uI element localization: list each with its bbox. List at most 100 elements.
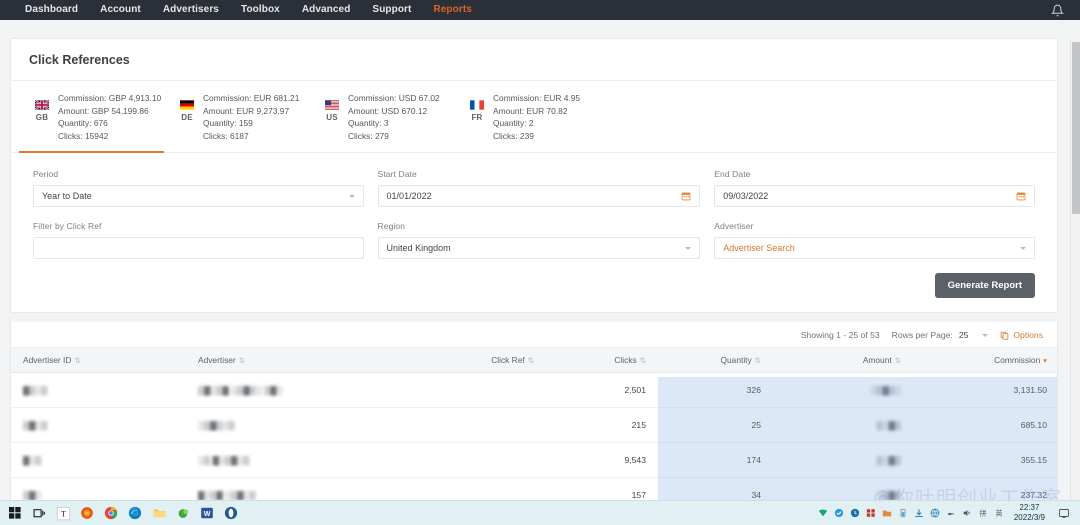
rows-per-page[interactable]: Rows per Page: 25: [892, 330, 989, 340]
firefox-icon[interactable]: [76, 502, 98, 525]
stat-card-us[interactable]: US Commission: USD 67.02 Amount: USD 670…: [309, 81, 454, 153]
cell-commission: 237.32: [913, 477, 1057, 500]
cell-advertiser: ▓░▒▓ ░▒▓░▒: [186, 477, 451, 500]
redacted-value: ▓░▒: [23, 455, 42, 465]
volume-icon[interactable]: [962, 508, 973, 519]
col-label: Clicks: [614, 355, 637, 365]
stat-amount: Amount: EUR 9,273.97: [203, 105, 290, 116]
region-select[interactable]: United Kingdom: [377, 237, 701, 259]
calendar-icon[interactable]: [681, 191, 691, 201]
nav-item-advanced[interactable]: Advanced: [291, 0, 362, 20]
stat-card-gb[interactable]: GB Commission: GBP 4,913.10 Amount: GBP …: [19, 81, 164, 153]
cell-amount: ░▒▓▒░: [773, 372, 913, 408]
calendar-icon[interactable]: [1016, 191, 1026, 201]
sort-icon: ⇅: [74, 356, 81, 365]
ime-icon[interactable]: 拼: [978, 508, 989, 519]
nav-item-dashboard[interactable]: Dashboard: [14, 0, 89, 20]
options-button[interactable]: Options: [1000, 330, 1043, 340]
table-header: Advertiser ID ⇅ Advertiser ⇅ Click Ref ⇅ Cl…: [11, 347, 1057, 373]
chevron-down-icon: [1020, 246, 1026, 250]
shield-icon[interactable]: [834, 508, 845, 519]
bell-icon[interactable]: [1051, 4, 1064, 17]
stat-values-gb: Commission: GBP 4,913.10 Amount: GBP 54,…: [58, 93, 161, 141]
advertiser-select[interactable]: Advertiser Search: [714, 237, 1035, 259]
chevron-down-icon: [982, 333, 989, 337]
taskbar-clock[interactable]: 22:37 2022/3/9: [1010, 503, 1049, 523]
battery-icon[interactable]: [898, 508, 909, 519]
cell-clicks: 9,543: [546, 442, 658, 478]
country-stats-tabs: GB Commission: GBP 4,913.10 Amount: GBP …: [11, 81, 1057, 153]
show-desktop-icon[interactable]: [1058, 507, 1070, 520]
cell-amount: ▒░▓▒: [773, 407, 913, 443]
column-header-clicks[interactable]: Clicks ⇅: [546, 347, 658, 373]
windows-taskbar: T W 拼 英 22:37 2022/3/9: [0, 500, 1080, 525]
table-row[interactable]: ▓░▒ ░▒ ▓░▒▓░▒ 9,543 174 ▒░▓▒ 355.15: [11, 442, 1057, 478]
word-icon[interactable]: W: [196, 502, 218, 525]
stat-commission: Commission: EUR 4.95: [493, 93, 581, 103]
page-scrollbar-thumb[interactable]: [1072, 42, 1080, 214]
sort-icon: ⇅: [754, 356, 761, 365]
text-editor-icon[interactable]: T: [52, 502, 74, 525]
table-row[interactable]: ▒▓░▒ ░▒▓▒░▒ 215 25 ▒░▓▒ 685.10: [11, 407, 1057, 443]
nav-item-toolbox[interactable]: Toolbox: [230, 0, 291, 20]
lang-icon[interactable]: 英: [994, 508, 1005, 519]
stat-card-de[interactable]: DE Commission: EUR 681.21 Amount: EUR 9,…: [164, 81, 309, 153]
start-date-input[interactable]: 01/01/2022: [377, 185, 701, 207]
app-green-icon[interactable]: [172, 502, 194, 525]
svg-text:英: 英: [996, 509, 1003, 518]
stat-flag-us: US: [325, 93, 339, 122]
click-ref-field[interactable]: [33, 237, 364, 259]
column-header-amount[interactable]: Amount ⇅: [773, 347, 913, 373]
net-icon[interactable]: [866, 508, 877, 519]
stat-flag-fr: FR: [470, 93, 484, 122]
plug-icon[interactable]: [946, 508, 957, 519]
table-row[interactable]: ▓▒░▒ ▒▓░▒▓ ░▒▓▒░ ▒▓░ 2,501 326 ░▒▓▒░ 3,1…: [11, 372, 1057, 408]
stat-card-fr[interactable]: FR Commission: EUR 4.95 Amount: EUR 70.8…: [454, 81, 599, 153]
stat-values-de: Commission: EUR 681.21 Amount: EUR 9,273…: [203, 93, 299, 141]
globe-icon[interactable]: [930, 508, 941, 519]
windows-start-icon[interactable]: [4, 502, 26, 525]
options-label: Options: [1013, 330, 1043, 340]
nav-right-area: [1051, 4, 1080, 17]
period-select[interactable]: Year to Date: [33, 185, 364, 207]
chrome-icon[interactable]: [100, 502, 122, 525]
column-header-commission[interactable]: Commission ▾: [913, 347, 1057, 373]
nav-item-support[interactable]: Support: [361, 0, 422, 20]
redacted-value: ▒▓░▒▓ ░▒▓▒░ ▒▓░: [198, 385, 283, 395]
column-header-advertiser-id[interactable]: Advertiser ID ⇅: [11, 347, 186, 373]
nav-item-advertisers[interactable]: Advertisers: [152, 0, 230, 20]
end-date-value: 09/03/2022: [723, 191, 769, 201]
nav-item-account[interactable]: Account: [89, 0, 152, 20]
col-label: Amount: [862, 355, 892, 365]
cell-advertiser: ░▒▓▒░▒: [186, 407, 451, 443]
stat-amount: Amount: USD 670.12: [348, 105, 428, 116]
file-explorer-icon[interactable]: [148, 502, 170, 525]
opera-icon[interactable]: [220, 502, 242, 525]
cell-quantity: 326: [658, 372, 773, 408]
period-value: Year to Date: [42, 191, 92, 201]
sort-icon-active: ▾: [1043, 356, 1047, 365]
page-title: Click References: [11, 39, 1057, 81]
column-header-click-ref[interactable]: Click Ref ⇅: [451, 347, 546, 373]
wifi-icon[interactable]: [818, 508, 829, 519]
task-view-icon[interactable]: [28, 502, 50, 525]
page-scrollbar[interactable]: [1070, 40, 1080, 500]
cell-advertiser-id: ▓░▒: [11, 442, 186, 478]
download-icon[interactable]: [914, 508, 925, 519]
end-date-input[interactable]: 09/03/2022: [714, 185, 1035, 207]
stat-clicks: Clicks: 279: [348, 130, 389, 141]
filter-row-2: Filter by Click Ref Region United Kingdo…: [33, 221, 1035, 259]
redacted-value: ░▒▓▒░: [870, 385, 901, 395]
clock-tray-icon[interactable]: [850, 508, 861, 519]
folder-tray-icon[interactable]: [882, 508, 893, 519]
table-row[interactable]: ▒▓░ ▓░▒▓ ░▒▓░▒ 157 34 ░▒▓▒ 237.32: [11, 477, 1057, 500]
column-header-advertiser[interactable]: Advertiser ⇅: [186, 347, 451, 373]
column-header-quantity[interactable]: Quantity ⇅: [658, 347, 773, 373]
sort-icon: ⇅: [639, 356, 646, 365]
report-filters: Period Year to Date Start Date 01/01/202…: [11, 153, 1057, 312]
click-ref-input[interactable]: [42, 243, 355, 253]
stat-clicks: Clicks: 6187: [203, 130, 249, 141]
nav-item-reports[interactable]: Reports: [422, 0, 482, 20]
generate-report-button[interactable]: Generate Report: [934, 273, 1035, 298]
edge-icon[interactable]: [124, 502, 146, 525]
